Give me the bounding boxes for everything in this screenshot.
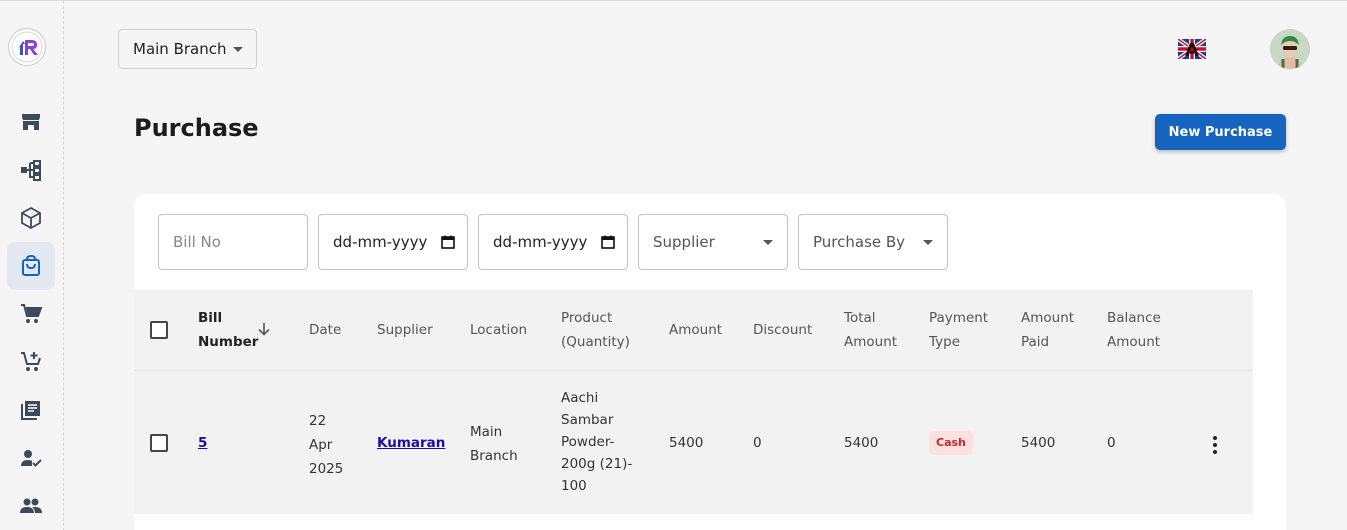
chevron-down-icon [763, 240, 773, 245]
app-logo[interactable] [8, 28, 46, 66]
payment-type-badge: Cash [929, 431, 973, 455]
to-date-input[interactable]: dd-mm-yyyy [478, 214, 628, 270]
row-balance-amount: 0 [1107, 435, 1116, 451]
user-avatar[interactable] [1270, 29, 1310, 69]
row-checkbox[interactable] [150, 434, 168, 452]
purchase-card: Bill No dd-mm-yyyy dd-mm-yyyy Supplier P… [134, 194, 1286, 530]
row-product-line3: Powder- [561, 434, 615, 450]
header-product[interactable]: Product (Quantity) [561, 306, 630, 354]
row-amount: 5400 [669, 435, 704, 451]
header-payment-line2: Type [929, 334, 961, 350]
row-location-line2: Branch [470, 448, 518, 464]
header-location[interactable]: Location [470, 318, 527, 342]
nav-products[interactable] [7, 194, 55, 242]
header-total-amount[interactable]: Total Amount [844, 306, 897, 354]
row-location-line1: Main [470, 424, 503, 440]
store-icon [22, 114, 40, 130]
chevron-down-icon [923, 240, 933, 245]
from-date-value: dd-mm-yyyy [333, 233, 428, 251]
svg-text:A: A [1185, 40, 1199, 59]
header-bill-number[interactable]: Bill Number [198, 306, 258, 354]
shopping-bag-icon [22, 254, 40, 276]
table-row[interactable]: 5 22 Apr 2025 Kumaran Main Branch Aachi … [134, 370, 1253, 514]
row-discount: 0 [753, 435, 762, 451]
sort-descending-icon[interactable] [257, 322, 271, 336]
chevron-down-icon [233, 47, 243, 52]
user-check-icon [21, 450, 42, 467]
calendar-icon[interactable] [601, 235, 615, 249]
purchase-table: Bill Number Date Supplier Location Produ… [134, 290, 1253, 514]
nav-new-sale[interactable] [7, 338, 55, 386]
row-total-amount: 5400 [844, 435, 879, 451]
header-total-line1: Total [844, 310, 876, 326]
nav-reports[interactable] [7, 386, 55, 434]
purchase-by-select[interactable]: Purchase By [798, 214, 948, 270]
header-balance-amount[interactable]: Balance Amount [1107, 306, 1161, 354]
header-payment-line1: Payment [929, 310, 989, 326]
new-purchase-button[interactable]: New Purchase [1155, 114, 1286, 150]
header-balance-line1: Balance [1107, 310, 1161, 326]
sidebar [0, 1, 64, 530]
row-date-year: 2025 [309, 461, 344, 477]
row-product: Aachi Sambar Powder- 200g (21)- 100 [561, 387, 632, 497]
row-location: Main Branch [470, 420, 518, 468]
group-icon [20, 498, 42, 513]
purchase-by-select-label: Purchase By [813, 233, 906, 251]
select-all-checkbox[interactable] [150, 321, 168, 339]
header-product-line2: (Quantity) [561, 334, 630, 350]
supplier-select-label: Supplier [653, 233, 715, 251]
bill-no-placeholder: Bill No [173, 233, 221, 251]
branch-select-value: Main Branch [133, 40, 227, 58]
nav-branches[interactable] [7, 146, 55, 194]
language-flag-icon[interactable]: A [1178, 39, 1206, 59]
header-payment-type[interactable]: Payment Type [929, 306, 988, 354]
nav-sales[interactable] [7, 290, 55, 338]
supplier-select[interactable]: Supplier [638, 214, 788, 270]
header-amount-paid[interactable]: Amount Paid [1021, 306, 1074, 354]
row-amount-paid: 5400 [1021, 435, 1056, 451]
page-title: Purchase [134, 114, 259, 142]
calendar-icon[interactable] [441, 235, 455, 249]
row-date-day: 22 [309, 413, 327, 429]
header-bill-number-line1: Bill [198, 310, 223, 326]
bill-no-input[interactable]: Bill No [158, 214, 308, 270]
branch-select[interactable]: Main Branch [118, 29, 257, 69]
receipt-icon [21, 401, 40, 420]
header-discount[interactable]: Discount [753, 318, 812, 342]
bill-number-link[interactable]: 5 [198, 431, 207, 455]
row-product-line2: Sambar [561, 412, 614, 428]
row-date-month: Apr [309, 437, 333, 453]
add-cart-icon [21, 352, 41, 371]
row-product-line1: Aachi [561, 390, 599, 406]
row-product-line4: 200g (21)- [561, 456, 633, 472]
header-total-line2: Amount [844, 334, 898, 350]
header-amount[interactable]: Amount [669, 318, 722, 342]
nav-store[interactable] [7, 98, 55, 146]
header-bill-number-line2: Number [198, 334, 259, 350]
table-header: Bill Number Date Supplier Location Produ… [134, 290, 1253, 370]
to-date-value: dd-mm-yyyy [493, 233, 588, 251]
from-date-input[interactable]: dd-mm-yyyy [318, 214, 468, 270]
header-balance-line2: Amount [1107, 334, 1161, 350]
nav-users[interactable] [7, 482, 55, 530]
header-paid-line2: Paid [1021, 334, 1050, 350]
header-date[interactable]: Date [309, 318, 341, 342]
header-paid-line1: Amount [1021, 310, 1075, 326]
more-actions-icon[interactable] [1213, 436, 1217, 457]
nav-attendance[interactable] [7, 434, 55, 482]
box-icon [21, 206, 41, 230]
row-date: 22 Apr 2025 [309, 409, 343, 481]
header-product-line1: Product [561, 310, 613, 326]
cart-icon [21, 304, 43, 323]
logo-icon [11, 31, 43, 63]
avatar-icon [1270, 29, 1310, 69]
nav-purchase[interactable] [7, 242, 55, 290]
header-supplier[interactable]: Supplier [377, 318, 433, 342]
supplier-link[interactable]: Kumaran [377, 431, 445, 455]
hierarchy-icon [21, 160, 41, 181]
row-product-line5: 100 [561, 478, 587, 494]
